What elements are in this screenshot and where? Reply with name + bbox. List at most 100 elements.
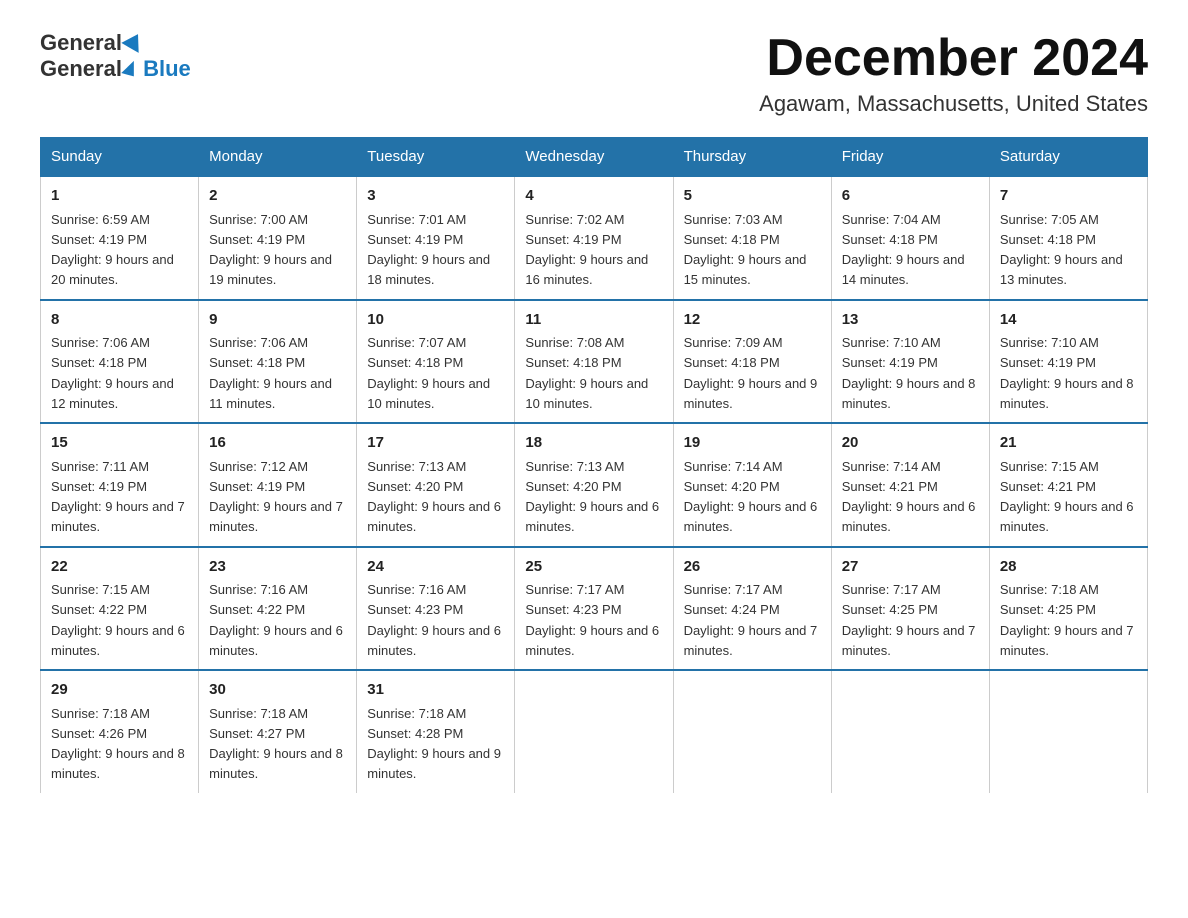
day-number: 12 [684, 309, 821, 332]
day-number: 3 [367, 185, 504, 208]
calendar-day-cell: 22 Sunrise: 7:15 AMSunset: 4:22 PMDaylig… [41, 547, 199, 671]
col-saturday: Saturday [989, 138, 1147, 177]
day-number: 26 [684, 556, 821, 579]
calendar-day-cell [673, 670, 831, 793]
col-sunday: Sunday [41, 138, 199, 177]
day-info: Sunrise: 7:11 AMSunset: 4:19 PMDaylight:… [51, 459, 185, 535]
day-number: 7 [1000, 185, 1137, 208]
col-thursday: Thursday [673, 138, 831, 177]
day-number: 23 [209, 556, 346, 579]
calendar-day-cell: 27 Sunrise: 7:17 AMSunset: 4:25 PMDaylig… [831, 547, 989, 671]
day-info: Sunrise: 7:10 AMSunset: 4:19 PMDaylight:… [1000, 335, 1134, 411]
calendar-day-cell [515, 670, 673, 793]
calendar-day-cell: 31 Sunrise: 7:18 AMSunset: 4:28 PMDaylig… [357, 670, 515, 793]
calendar-day-cell: 11 Sunrise: 7:08 AMSunset: 4:18 PMDaylig… [515, 300, 673, 424]
day-number: 22 [51, 556, 188, 579]
day-info: Sunrise: 7:17 AMSunset: 4:23 PMDaylight:… [525, 582, 659, 658]
day-info: Sunrise: 7:09 AMSunset: 4:18 PMDaylight:… [684, 335, 818, 411]
calendar-day-cell: 30 Sunrise: 7:18 AMSunset: 4:27 PMDaylig… [199, 670, 357, 793]
day-info: Sunrise: 7:17 AMSunset: 4:25 PMDaylight:… [842, 582, 976, 658]
day-number: 6 [842, 185, 979, 208]
calendar-day-cell: 7 Sunrise: 7:05 AMSunset: 4:18 PMDayligh… [989, 176, 1147, 300]
day-info: Sunrise: 7:14 AMSunset: 4:21 PMDaylight:… [842, 459, 976, 535]
day-info: Sunrise: 7:18 AMSunset: 4:27 PMDaylight:… [209, 706, 343, 782]
calendar-header-row: Sunday Monday Tuesday Wednesday Thursday… [41, 138, 1148, 177]
calendar-table: Sunday Monday Tuesday Wednesday Thursday… [40, 137, 1148, 793]
day-info: Sunrise: 7:18 AMSunset: 4:26 PMDaylight:… [51, 706, 185, 782]
day-info: Sunrise: 7:18 AMSunset: 4:25 PMDaylight:… [1000, 582, 1134, 658]
logo: General General Blue [40, 30, 191, 82]
calendar-day-cell: 1 Sunrise: 6:59 AMSunset: 4:19 PMDayligh… [41, 176, 199, 300]
day-info: Sunrise: 7:12 AMSunset: 4:19 PMDaylight:… [209, 459, 343, 535]
day-info: Sunrise: 7:18 AMSunset: 4:28 PMDaylight:… [367, 706, 501, 782]
col-friday: Friday [831, 138, 989, 177]
day-info: Sunrise: 7:01 AMSunset: 4:19 PMDaylight:… [367, 212, 490, 288]
calendar-day-cell: 2 Sunrise: 7:00 AMSunset: 4:19 PMDayligh… [199, 176, 357, 300]
calendar-day-cell: 4 Sunrise: 7:02 AMSunset: 4:19 PMDayligh… [515, 176, 673, 300]
day-number: 20 [842, 432, 979, 455]
day-number: 29 [51, 679, 188, 702]
page-title: December 2024 [759, 30, 1148, 87]
logo-general-text2: General [40, 56, 122, 81]
calendar-day-cell: 14 Sunrise: 7:10 AMSunset: 4:19 PMDaylig… [989, 300, 1147, 424]
calendar-day-cell [831, 670, 989, 793]
logo-general-text: General [40, 30, 122, 56]
calendar-week-row: 22 Sunrise: 7:15 AMSunset: 4:22 PMDaylig… [41, 547, 1148, 671]
day-info: Sunrise: 7:06 AMSunset: 4:18 PMDaylight:… [51, 335, 174, 411]
day-number: 31 [367, 679, 504, 702]
calendar-week-row: 8 Sunrise: 7:06 AMSunset: 4:18 PMDayligh… [41, 300, 1148, 424]
calendar-week-row: 29 Sunrise: 7:18 AMSunset: 4:26 PMDaylig… [41, 670, 1148, 793]
day-number: 18 [525, 432, 662, 455]
calendar-day-cell: 10 Sunrise: 7:07 AMSunset: 4:18 PMDaylig… [357, 300, 515, 424]
calendar-day-cell: 8 Sunrise: 7:06 AMSunset: 4:18 PMDayligh… [41, 300, 199, 424]
calendar-day-cell: 29 Sunrise: 7:18 AMSunset: 4:26 PMDaylig… [41, 670, 199, 793]
day-info: Sunrise: 7:06 AMSunset: 4:18 PMDaylight:… [209, 335, 332, 411]
day-info: Sunrise: 7:02 AMSunset: 4:19 PMDaylight:… [525, 212, 648, 288]
day-number: 27 [842, 556, 979, 579]
day-info: Sunrise: 7:05 AMSunset: 4:18 PMDaylight:… [1000, 212, 1123, 288]
day-number: 15 [51, 432, 188, 455]
day-number: 16 [209, 432, 346, 455]
day-number: 2 [209, 185, 346, 208]
calendar-day-cell: 9 Sunrise: 7:06 AMSunset: 4:18 PMDayligh… [199, 300, 357, 424]
calendar-day-cell: 17 Sunrise: 7:13 AMSunset: 4:20 PMDaylig… [357, 423, 515, 547]
day-number: 5 [684, 185, 821, 208]
day-info: Sunrise: 7:15 AMSunset: 4:22 PMDaylight:… [51, 582, 185, 658]
day-number: 21 [1000, 432, 1137, 455]
calendar-day-cell: 28 Sunrise: 7:18 AMSunset: 4:25 PMDaylig… [989, 547, 1147, 671]
calendar-day-cell: 3 Sunrise: 7:01 AMSunset: 4:19 PMDayligh… [357, 176, 515, 300]
calendar-day-cell: 12 Sunrise: 7:09 AMSunset: 4:18 PMDaylig… [673, 300, 831, 424]
logo-icon [121, 59, 137, 77]
logo-triangle-icon [121, 29, 146, 53]
day-number: 25 [525, 556, 662, 579]
day-number: 8 [51, 309, 188, 332]
calendar-week-row: 15 Sunrise: 7:11 AMSunset: 4:19 PMDaylig… [41, 423, 1148, 547]
day-number: 13 [842, 309, 979, 332]
day-number: 9 [209, 309, 346, 332]
calendar-day-cell: 24 Sunrise: 7:16 AMSunset: 4:23 PMDaylig… [357, 547, 515, 671]
col-monday: Monday [199, 138, 357, 177]
day-number: 30 [209, 679, 346, 702]
calendar-week-row: 1 Sunrise: 6:59 AMSunset: 4:19 PMDayligh… [41, 176, 1148, 300]
calendar-day-cell: 23 Sunrise: 7:16 AMSunset: 4:22 PMDaylig… [199, 547, 357, 671]
day-info: Sunrise: 7:04 AMSunset: 4:18 PMDaylight:… [842, 212, 965, 288]
calendar-day-cell: 13 Sunrise: 7:10 AMSunset: 4:19 PMDaylig… [831, 300, 989, 424]
day-number: 4 [525, 185, 662, 208]
day-number: 14 [1000, 309, 1137, 332]
day-number: 24 [367, 556, 504, 579]
day-number: 28 [1000, 556, 1137, 579]
day-info: Sunrise: 7:00 AMSunset: 4:19 PMDaylight:… [209, 212, 332, 288]
day-info: Sunrise: 7:07 AMSunset: 4:18 PMDaylight:… [367, 335, 490, 411]
calendar-day-cell: 18 Sunrise: 7:13 AMSunset: 4:20 PMDaylig… [515, 423, 673, 547]
day-number: 11 [525, 309, 662, 332]
day-info: Sunrise: 7:10 AMSunset: 4:19 PMDaylight:… [842, 335, 976, 411]
day-info: Sunrise: 7:17 AMSunset: 4:24 PMDaylight:… [684, 582, 818, 658]
day-info: Sunrise: 7:13 AMSunset: 4:20 PMDaylight:… [367, 459, 501, 535]
logo-blue-text: Blue [143, 56, 191, 81]
calendar-day-cell: 6 Sunrise: 7:04 AMSunset: 4:18 PMDayligh… [831, 176, 989, 300]
title-area: December 2024 Agawam, Massachusetts, Uni… [759, 30, 1148, 117]
calendar-day-cell: 16 Sunrise: 7:12 AMSunset: 4:19 PMDaylig… [199, 423, 357, 547]
col-wednesday: Wednesday [515, 138, 673, 177]
day-info: Sunrise: 7:16 AMSunset: 4:23 PMDaylight:… [367, 582, 501, 658]
page-header: General General Blue December 2024 Agawa… [40, 30, 1148, 117]
